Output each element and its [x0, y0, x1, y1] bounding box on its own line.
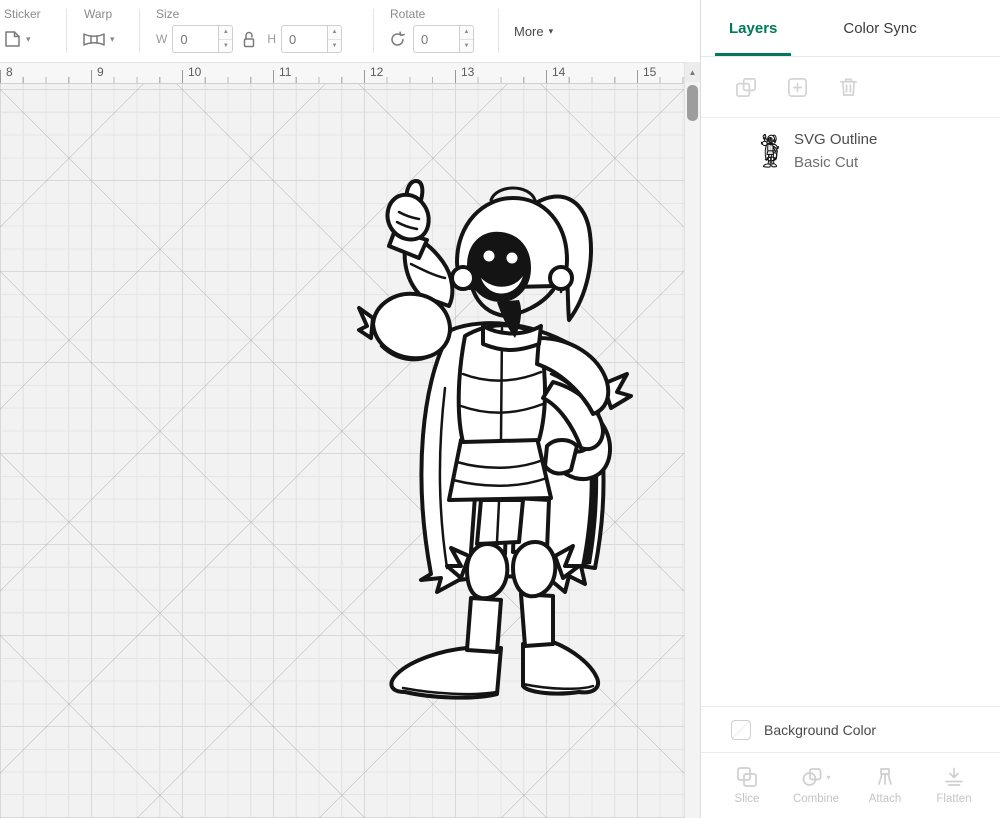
panel-tab-bar: Layers Color Sync [701, 0, 1000, 57]
stepper-down-icon[interactable]: ▼ [328, 40, 341, 53]
slice-button[interactable]: Slice [715, 753, 779, 818]
warp-tool-group: Warp ▾ [82, 0, 115, 62]
height-stepper[interactable]: ▲ ▼ [327, 25, 342, 53]
duplicate-button[interactable] [786, 76, 809, 99]
ruler-tick-label: 13 [461, 65, 474, 79]
attach-icon [874, 766, 896, 788]
flatten-label: Flatten [936, 793, 971, 805]
more-label: More [514, 24, 544, 39]
layer-subtitle: Basic Cut [794, 154, 877, 171]
knight-artwork[interactable] [355, 178, 635, 712]
stepper-up-icon[interactable]: ▲ [328, 26, 341, 40]
slice-icon [736, 766, 758, 788]
flatten-button[interactable]: Flatten [922, 753, 986, 818]
ruler-tick-label: 15 [643, 65, 656, 79]
ruler-tick-label: 9 [97, 65, 104, 79]
layer-action-bar: Slice ▾ Combine Attach [701, 752, 1000, 818]
sticker-button[interactable]: ▾ [2, 29, 31, 49]
aspect-lock-button[interactable] [241, 30, 257, 49]
layer-thumbnail [759, 134, 781, 168]
layer-tools-row [701, 57, 1000, 118]
width-input[interactable] [172, 25, 218, 53]
size-label: Size [154, 0, 342, 24]
background-color-label: Background Color [764, 722, 876, 738]
right-panel: Layers Color Sync SVG Outline Ba [700, 0, 1000, 818]
flatten-icon [943, 766, 965, 788]
warp-button[interactable]: ▾ [82, 31, 115, 48]
layer-list-item[interactable]: SVG Outline Basic Cut [701, 118, 1000, 184]
tab-color-sync-label: Color Sync [843, 20, 916, 37]
width-stepper[interactable]: ▲ ▼ [218, 25, 233, 53]
width-field-label: W [156, 32, 167, 46]
scrollbar-thumb[interactable] [687, 85, 698, 121]
toolbar-divider [498, 9, 499, 53]
tab-layers-label: Layers [729, 20, 777, 37]
stepper-down-icon[interactable]: ▼ [219, 40, 232, 53]
rotate-icon [388, 30, 407, 49]
top-toolbar: Sticker ▾ Warp ▾ Size W [0, 0, 700, 62]
sticker-icon [2, 29, 22, 49]
rotate-label: Rotate [388, 0, 474, 24]
size-tool-group: Size W ▲ ▼ H ▲ ▼ [154, 0, 342, 62]
toolbar-divider [139, 9, 140, 53]
more-group: More ▾ [514, 0, 553, 62]
panel-spacer [701, 184, 1000, 706]
sticker-tool-group: Sticker ▾ [2, 0, 41, 62]
chevron-down-icon: ▾ [826, 773, 830, 782]
ruler-tick-label: 10 [188, 65, 201, 79]
ruler-tick-label: 8 [6, 65, 13, 79]
toolbar-divider [373, 9, 374, 53]
attach-label: Attach [869, 793, 902, 805]
rotate-stepper[interactable]: ▲ ▼ [459, 25, 474, 53]
stepper-down-icon[interactable]: ▼ [460, 40, 473, 53]
tab-layers[interactable]: Layers [715, 0, 791, 56]
slice-label: Slice [735, 793, 760, 805]
warp-icon [82, 31, 106, 48]
vertical-scrollbar[interactable]: ▲ [684, 62, 700, 818]
toolbar-divider [66, 9, 67, 53]
height-input[interactable] [281, 25, 327, 53]
chevron-down-icon: ▾ [549, 26, 554, 37]
attach-button[interactable]: Attach [853, 753, 917, 818]
more-button[interactable]: More ▾ [514, 24, 553, 39]
chevron-down-icon: ▾ [110, 34, 115, 45]
horizontal-ruler: 8 9 10 11 12 13 14 15 [0, 62, 684, 84]
layer-title: SVG Outline [794, 131, 877, 148]
lock-open-icon [241, 30, 257, 49]
scroll-up-icon: ▲ [689, 68, 697, 77]
stepper-up-icon[interactable]: ▲ [460, 26, 473, 40]
group-button[interactable] [735, 76, 758, 99]
design-canvas[interactable] [0, 84, 684, 818]
delete-button[interactable] [837, 76, 860, 99]
warp-label: Warp [82, 0, 115, 24]
trash-icon [837, 76, 860, 99]
ruler-tick-label: 14 [552, 65, 565, 79]
combine-label: Combine [793, 793, 839, 805]
rotate-input[interactable] [413, 25, 459, 53]
duplicate-icon [786, 76, 809, 99]
ruler-tick-label: 11 [279, 65, 291, 79]
combine-button[interactable]: ▾ Combine [784, 753, 848, 818]
rotate-tool-group: Rotate ▲ ▼ [388, 0, 474, 62]
background-color-row[interactable]: Background Color [701, 706, 1000, 752]
ruler-tick-label: 12 [370, 65, 383, 79]
height-field-label: H [267, 32, 276, 46]
layer-text: SVG Outline Basic Cut [794, 131, 877, 171]
tab-color-sync[interactable]: Color Sync [829, 0, 930, 56]
background-color-swatch[interactable] [731, 720, 751, 740]
chevron-down-icon: ▾ [26, 34, 31, 45]
stepper-up-icon[interactable]: ▲ [219, 26, 232, 40]
sticker-label: Sticker [2, 0, 41, 24]
combine-icon [801, 766, 823, 788]
group-icon [735, 76, 758, 99]
scroll-up-button[interactable]: ▲ [685, 62, 700, 82]
